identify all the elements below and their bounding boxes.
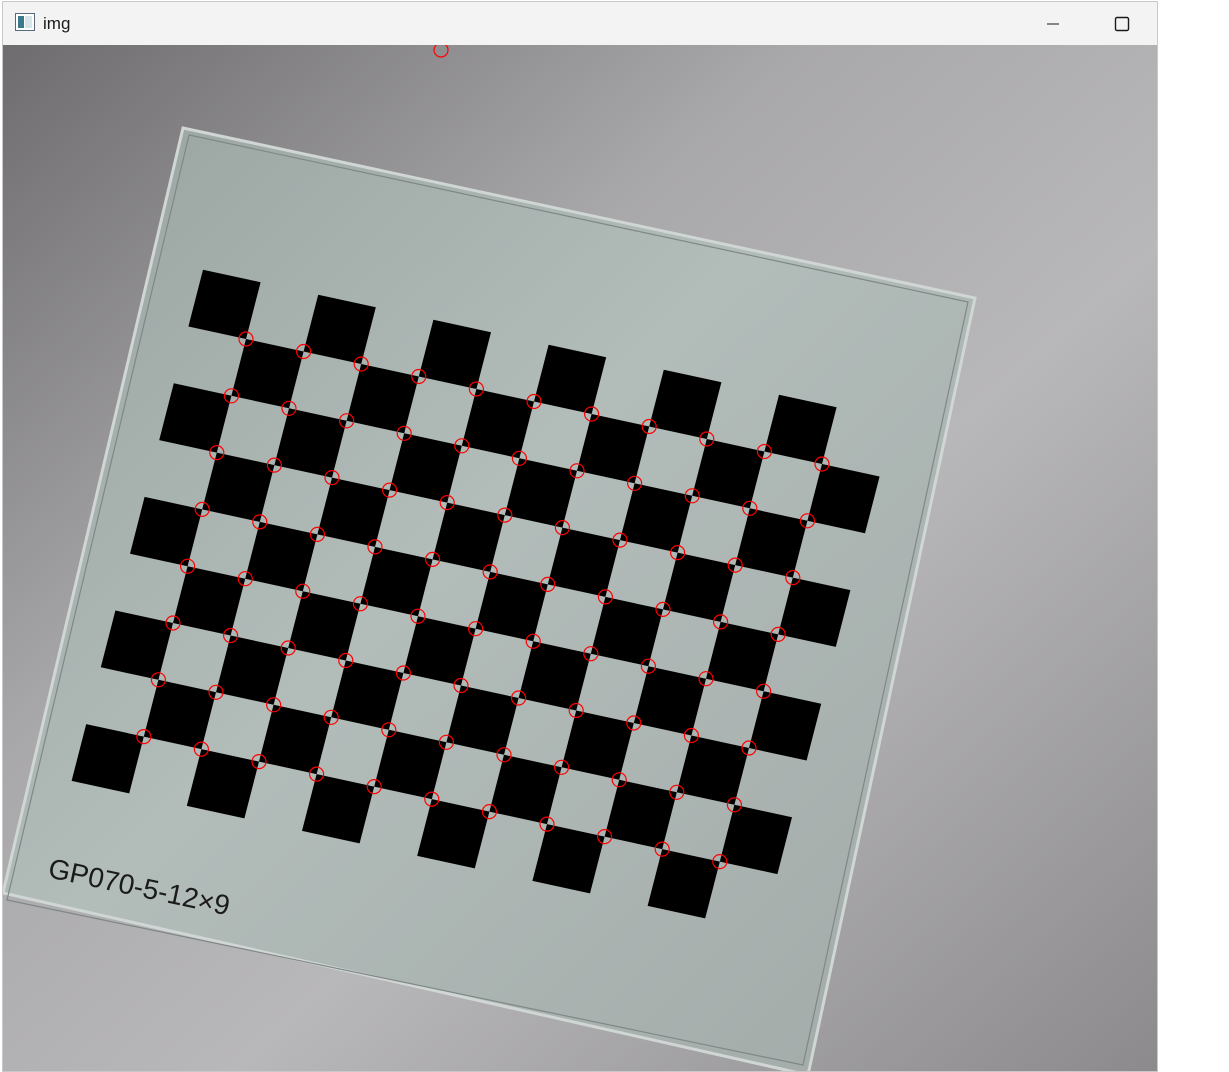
opencv-image-window: img GP070-5-12×9 [2,1,1158,1072]
maximize-icon [1114,16,1130,31]
calibration-image: GP070-5-12×9 [3,45,1157,1071]
title-bar[interactable]: img [3,2,1157,45]
maximize-button[interactable] [1099,2,1145,45]
minimize-icon [1047,23,1059,24]
window-title: img [43,14,71,33]
opencv-window-icon [15,13,35,31]
minimize-button[interactable] [1030,2,1076,45]
